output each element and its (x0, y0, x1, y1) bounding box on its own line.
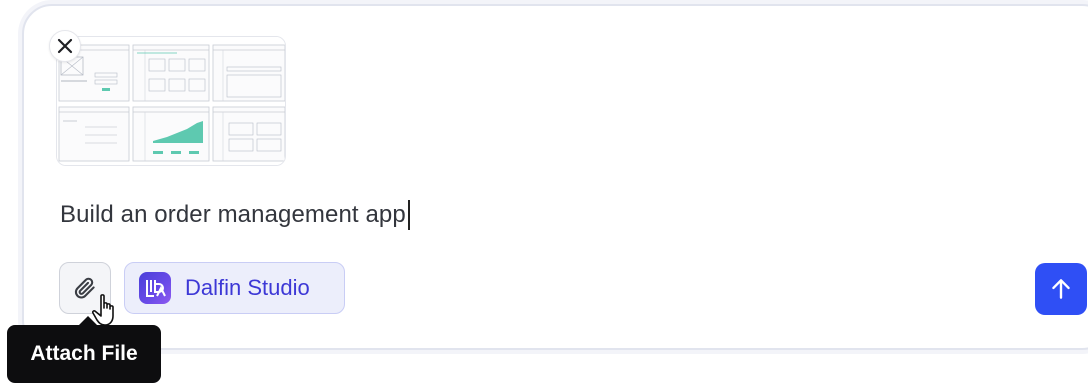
prompt-input[interactable]: Build an order management app (60, 200, 410, 230)
attachment-thumbnail[interactable] (56, 36, 286, 166)
dalfin-logo-icon (139, 272, 171, 304)
send-button[interactable] (1035, 263, 1087, 315)
text-caret (407, 200, 410, 230)
dalfin-studio-chip[interactable]: Dalfin Studio (124, 262, 345, 314)
remove-attachment-button[interactable] (49, 30, 81, 62)
wireframe-preview-image (57, 37, 285, 165)
close-icon (57, 38, 73, 54)
attach-file-tooltip: Attach File (7, 316, 161, 383)
studio-chip-label: Dalfin Studio (185, 275, 310, 300)
tooltip-label: Attach File (30, 342, 138, 365)
prompt-text: Build an order management app (60, 201, 406, 228)
arrow-up-icon (1052, 279, 1070, 299)
